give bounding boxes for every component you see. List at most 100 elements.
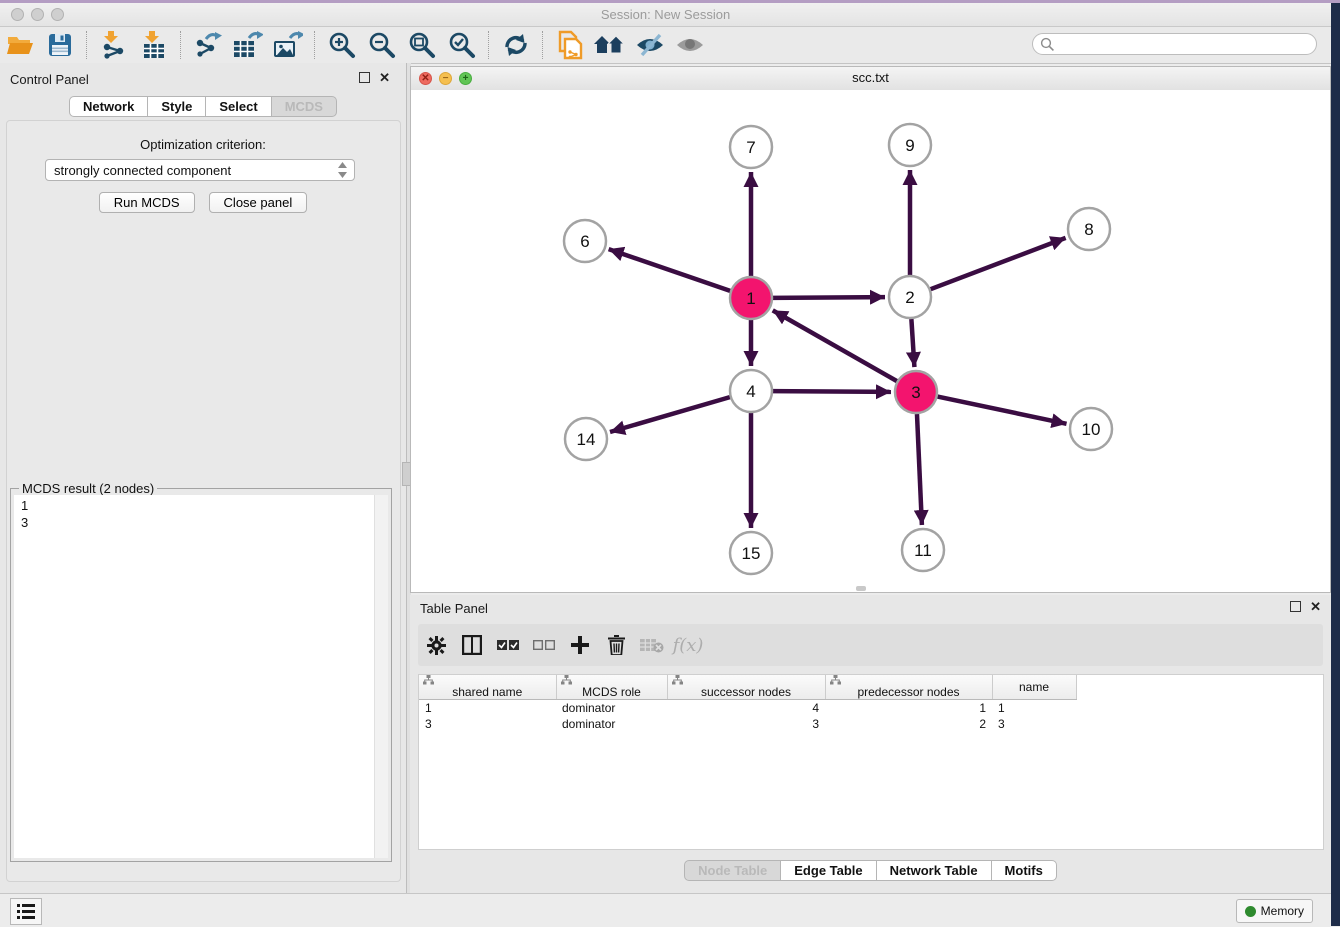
graph-node-label-7: 7 [746, 138, 755, 157]
table-cell[interactable]: 3 [667, 716, 825, 732]
memory-label: Memory [1261, 904, 1304, 918]
trash-icon[interactable] [598, 628, 634, 662]
network-window-titlebar[interactable]: ✕ − + scc.txt [411, 67, 1330, 91]
network-canvas[interactable]: 7968124314101511 [411, 90, 1330, 592]
table-cell[interactable]: 3 [992, 716, 1076, 732]
minimize-window-icon[interactable] [31, 8, 44, 21]
tab-network[interactable]: Network [69, 96, 148, 117]
float-table-panel-icon[interactable] [1290, 601, 1301, 612]
criterion-value: strongly connected component [46, 163, 338, 178]
table-row[interactable]: 1dominator411 [419, 700, 1076, 717]
table-cell[interactable]: 2 [825, 716, 992, 732]
column-header-shared-name[interactable]: shared name [419, 675, 556, 700]
graph-edge-2-8[interactable] [931, 238, 1066, 289]
search-input[interactable] [1032, 33, 1317, 55]
mcds-result-scrollbar[interactable] [374, 495, 388, 858]
export-network-icon[interactable] [191, 30, 225, 60]
table-row[interactable]: 3dominator323 [419, 716, 1076, 732]
network-window: ✕ − + scc.txt 7968124314101511 [410, 66, 1331, 593]
table-cell[interactable]: 3 [419, 716, 556, 732]
graph-edge-1-6[interactable] [609, 249, 731, 291]
tab-motifs[interactable]: Motifs [992, 860, 1057, 881]
function-builder-icon: f(x) [670, 628, 706, 662]
table-toolbar: f(x) [418, 624, 1323, 666]
control-panel-title: Control Panel [10, 72, 89, 87]
zoom-network-icon[interactable]: + [459, 72, 472, 85]
refresh-icon[interactable] [499, 30, 533, 60]
export-table-icon[interactable] [231, 30, 265, 60]
graph-node-label-10: 10 [1082, 420, 1101, 439]
tab-style[interactable]: Style [148, 96, 206, 117]
network-window-title: scc.txt [411, 67, 1330, 89]
home-icon[interactable] [593, 30, 627, 60]
node-table[interactable]: shared nameMCDS rolesuccessor nodesprede… [418, 674, 1324, 850]
table-cell[interactable]: 4 [667, 700, 825, 717]
desktop-background [1331, 0, 1340, 926]
zoom-fit-icon[interactable] [405, 30, 439, 60]
zoom-in-icon[interactable] [325, 30, 359, 60]
graph-edge-4-3[interactable] [773, 391, 891, 392]
graph-node-label-11: 11 [914, 541, 932, 560]
task-history-button[interactable] [10, 898, 42, 925]
toolbar-separator [86, 31, 88, 59]
graph-edge-4-14[interactable] [610, 397, 730, 432]
zoom-out-icon[interactable] [365, 30, 399, 60]
zoom-window-icon[interactable] [51, 8, 64, 21]
close-window-icon[interactable] [11, 8, 24, 21]
minimize-network-icon[interactable]: − [439, 72, 452, 85]
table-cell[interactable]: 1 [419, 700, 556, 717]
import-table-icon[interactable] [137, 30, 171, 60]
gear-icon[interactable] [418, 628, 454, 662]
graph-edge-3-10[interactable] [938, 397, 1067, 424]
statusbar: Memory [0, 893, 1331, 927]
close-table-panel-icon[interactable]: ✕ [1310, 601, 1321, 612]
criterion-select[interactable]: strongly connected component [45, 159, 355, 181]
graph-node-label-6: 6 [580, 232, 589, 251]
hide-selected-icon[interactable] [633, 30, 667, 60]
column-header-successor-nodes[interactable]: successor nodes [667, 675, 825, 700]
delete-table-icon [634, 628, 670, 662]
table-panel: Table Panel ✕ f(x) shar [410, 595, 1331, 893]
memory-button[interactable]: Memory [1236, 899, 1313, 923]
mcds-result-area[interactable]: 1 3 [14, 495, 388, 858]
graph-edge-3-1[interactable] [773, 310, 897, 381]
memory-status-icon [1245, 906, 1256, 917]
tab-network-table[interactable]: Network Table [877, 860, 992, 881]
node-table-body: 1dominator4113dominator323 [419, 700, 1076, 733]
select-all-icon[interactable] [490, 628, 526, 662]
table-cell[interactable]: 1 [992, 700, 1076, 717]
mcds-result-title: MCDS result (2 nodes) [19, 481, 157, 496]
mcds-result-text: 1 3 [21, 497, 28, 531]
tab-mcds[interactable]: MCDS [272, 96, 337, 117]
table-cell[interactable]: 1 [825, 700, 992, 717]
import-network-icon[interactable] [97, 30, 131, 60]
window-title: Session: New Session [0, 3, 1331, 26]
zoom-selected-icon[interactable] [445, 30, 479, 60]
graph-node-label-1: 1 [746, 289, 755, 308]
tab-select[interactable]: Select [206, 96, 271, 117]
table-cell[interactable]: dominator [556, 700, 667, 717]
graph-edge-1-2[interactable] [773, 297, 885, 298]
column-selector-icon[interactable] [454, 628, 490, 662]
graph-edge-3-11[interactable] [917, 414, 922, 525]
run-mcds-button[interactable]: Run MCDS [99, 192, 195, 213]
graph-edge-2-3[interactable] [911, 319, 914, 367]
save-session-icon[interactable] [43, 30, 77, 60]
column-header-MCDS-role[interactable]: MCDS role [556, 675, 667, 700]
network-hscroll-thumb[interactable] [856, 586, 866, 591]
add-icon[interactable] [562, 628, 598, 662]
export-image-icon[interactable] [271, 30, 305, 60]
tab-node-table[interactable]: Node Table [684, 860, 781, 881]
table-cell[interactable]: dominator [556, 716, 667, 732]
clone-network-icon[interactable] [553, 30, 587, 60]
close-panel-icon[interactable]: ✕ [379, 72, 390, 83]
deselect-all-icon[interactable] [526, 628, 562, 662]
open-session-icon[interactable] [3, 30, 37, 60]
show-all-icon[interactable] [673, 30, 707, 60]
close-panel-button[interactable]: Close panel [209, 192, 308, 213]
close-network-icon[interactable]: ✕ [419, 72, 432, 85]
column-header-name[interactable]: name [992, 675, 1076, 700]
tab-edge-table[interactable]: Edge Table [781, 860, 876, 881]
float-panel-icon[interactable] [359, 72, 370, 83]
column-header-predecessor-nodes[interactable]: predecessor nodes [825, 675, 992, 700]
